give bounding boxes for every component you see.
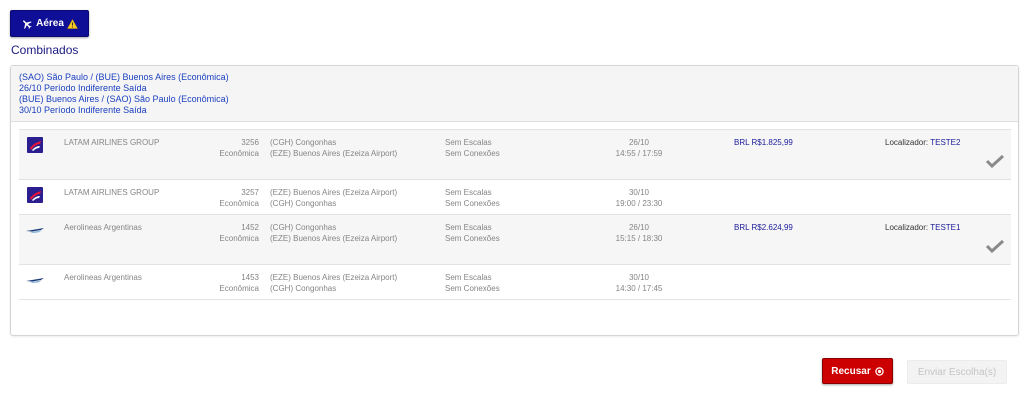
send-choices-button[interactable]: Enviar Escolha(s) [907,360,1007,384]
flight-option-row[interactable]: LATAM AIRLINES GROUP 3257 Econômica (EZE… [19,180,1011,215]
stops-cell: Sem Escalas Sem Conexões [445,272,500,294]
flight-number: 1453 [241,273,259,282]
check-icon[interactable] [985,239,1005,253]
origin: (CGH) Congonhas [270,138,337,147]
locator: Localizador: TESTE1 [885,222,960,233]
route-cell: (EZE) Buenos Aires (Ezeiza Airport) (CGH… [270,272,397,294]
flight-times: 19:00 / 23:30 [615,199,663,208]
schedule-cell: 30/10 19:00 / 23:30 [589,187,689,209]
connections: Sem Conexões [445,149,500,158]
flight-number-cell: 1452 Econômica [199,222,259,244]
connections: Sem Conexões [445,234,500,243]
airline-name: Aerolineas Argentinas [64,273,142,282]
flight-option-row[interactable]: Aerolineas Argentinas 1453 Econômica (EZ… [19,265,1011,300]
locator-code: TESTE2 [930,138,961,147]
stops: Sem Escalas [445,273,492,282]
connections: Sem Conexões [445,199,500,208]
flight-number-cell: 1453 Econômica [199,272,259,294]
option-price: BRL R$1.825,99 [734,138,793,147]
airplane-icon [23,19,32,29]
flight-option-row[interactable]: LATAM AIRLINES GROUP 3256 Econômica (CGH… [19,130,1011,180]
flight-date: 26/10 [628,138,650,147]
aerolineas-logo [26,228,44,233]
flight-number-cell: 3257 Econômica [199,187,259,209]
schedule-cell: 26/10 14:55 / 17:59 [589,137,689,159]
airline-name: LATAM AIRLINES GROUP [64,188,160,197]
option-price: BRL R$2.624,99 [734,223,793,232]
stops-cell: Sem Escalas Sem Conexões [445,137,500,159]
cancel-circle-icon [875,366,884,376]
flight-number: 3256 [241,138,259,147]
stops: Sem Escalas [445,138,492,147]
route-cell: (EZE) Buenos Aires (Ezeiza Airport) (CGH… [270,187,397,209]
route-cell: (CGH) Congonhas (EZE) Buenos Aires (Ezei… [270,137,397,159]
flight-times: 15:15 / 18:30 [615,234,663,243]
flight-date: 26/10 [628,223,650,232]
flight-date: 30/10 [628,273,650,282]
summary-line: (BUE) Buenos Aires / (SAO) São Paulo (Ec… [19,94,229,104]
warning-icon [66,18,78,29]
latam-logo [27,187,43,203]
stops: Sem Escalas [445,188,492,197]
destination: (CGH) Congonhas [270,199,337,208]
refuse-button-label: Recusar [831,365,871,377]
stops-cell: Sem Escalas Sem Conexões [445,187,500,209]
flight-number: 1452 [241,223,259,232]
combined-options-panel: (SAO) São Paulo / (BUE) Buenos Aires (Ec… [10,65,1019,336]
locator-code: TESTE1 [930,223,961,232]
flight-options-table: LATAM AIRLINES GROUP 3256 Econômica (CGH… [19,129,1011,300]
destination: (EZE) Buenos Aires (Ezeiza Airport) [270,149,398,158]
flight-times: 14:55 / 17:59 [615,149,663,158]
cabin-class: Econômica [219,284,259,293]
flight-option-row[interactable]: Aerolineas Argentinas 1452 Econômica (CG… [19,215,1011,265]
flight-date: 30/10 [628,188,650,197]
schedule-cell: 26/10 15:15 / 18:30 [589,222,689,244]
stops: Sem Escalas [445,223,492,232]
locator: Localizador: TESTE2 [885,137,960,148]
cabin-class: Econômica [219,199,259,208]
destination: (CGH) Congonhas [270,284,337,293]
airline-name: Aerolineas Argentinas [64,223,142,232]
locator-label: Localizador: [885,138,929,147]
summary-line: 26/10 Período Indiferente Saída [19,83,147,93]
summary-line: 30/10 Período Indiferente Saída [19,105,147,115]
flight-times: 14:30 / 17:45 [615,284,663,293]
summary-line: (SAO) São Paulo / (BUE) Buenos Aires (Ec… [19,72,229,82]
flight-number-cell: 3256 Econômica [199,137,259,159]
section-title: Combinados [11,43,79,57]
itinerary-summary: (SAO) São Paulo / (BUE) Buenos Aires (Ec… [11,66,1018,122]
cabin-class: Econômica [219,149,259,158]
destination: (EZE) Buenos Aires (Ezeiza Airport) [270,234,398,243]
check-icon[interactable] [985,154,1005,168]
origin: (EZE) Buenos Aires (Ezeiza Airport) [270,188,398,197]
airline-name: LATAM AIRLINES GROUP [64,138,160,147]
locator-label: Localizador: [885,223,929,232]
air-tab-label: Aérea [36,18,64,29]
schedule-cell: 30/10 14:30 / 17:45 [589,272,689,294]
refuse-button[interactable]: Recusar [822,358,893,384]
stops-cell: Sem Escalas Sem Conexões [445,222,500,244]
flight-number: 3257 [241,188,259,197]
route-cell: (CGH) Congonhas (EZE) Buenos Aires (Ezei… [270,222,397,244]
air-tab-button[interactable]: Aérea [10,10,89,37]
aerolineas-logo [26,278,44,283]
cabin-class: Econômica [219,234,259,243]
origin: (EZE) Buenos Aires (Ezeiza Airport) [270,273,398,282]
connections: Sem Conexões [445,284,500,293]
latam-logo [27,137,43,153]
origin: (CGH) Congonhas [270,223,337,232]
